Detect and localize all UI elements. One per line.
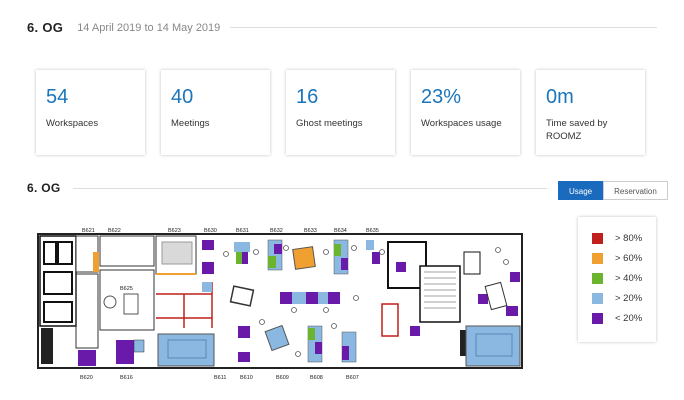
- room-label-b609: B609: [276, 375, 289, 381]
- desk-marker: [315, 342, 322, 354]
- room-b620-usage[interactable]: [78, 350, 96, 366]
- room-label-b621: B621: [82, 228, 95, 234]
- occupancy-marker: [202, 282, 212, 292]
- desk-marker: [308, 328, 315, 340]
- legend-item: > 80%: [592, 228, 656, 248]
- room-b610-usage[interactable]: [238, 326, 250, 338]
- stat-card-workspaces: 54 Workspaces: [36, 70, 145, 155]
- desk-row-central[interactable]: [280, 292, 340, 304]
- room-label-b632: B632: [270, 228, 283, 234]
- desk-marker: [396, 262, 406, 272]
- stair-core: [419, 265, 461, 323]
- room-b630-usage[interactable]: [202, 240, 214, 250]
- room-label-b608: B608: [310, 375, 323, 381]
- room-label-b622: B622: [108, 228, 121, 234]
- occupancy-marker: [202, 262, 214, 274]
- floor-section-header: 6. OG: [27, 181, 547, 195]
- desk-marker: [510, 272, 520, 282]
- usage-legend: > 80% > 60% > 40% > 20% < 20%: [578, 217, 656, 342]
- wall-block: [463, 251, 481, 275]
- desk-cluster-b635[interactable]: [366, 240, 374, 250]
- stat-label: Ghost meetings: [296, 118, 363, 129]
- desk-marker: [341, 258, 348, 270]
- stat-card-workspaces-usage: 23% Workspaces usage: [411, 70, 520, 155]
- page-header: 6. OG 14 April 2019 to 14 May 2019: [27, 20, 657, 35]
- room-label-b623: B623: [168, 228, 181, 234]
- room-b616-usage[interactable]: [116, 340, 134, 364]
- meeting-table: [161, 241, 193, 265]
- stats-cards: 54 Workspaces 40 Meetings 16 Ghost meeti…: [36, 70, 645, 155]
- legend-swatch: [592, 292, 603, 304]
- room-label-b616: B616: [120, 375, 133, 381]
- occupancy-marker: [93, 252, 99, 272]
- view-toggle: Usage Reservation: [558, 181, 668, 200]
- stat-label: Meetings: [171, 118, 210, 129]
- desk-marker: [238, 352, 250, 362]
- header-divider: [230, 27, 657, 28]
- wall-block: [41, 328, 53, 364]
- room-label-b634: B634: [334, 228, 347, 234]
- room-label-b610: B610: [240, 375, 253, 381]
- floor-plan: B621 B622 B623 B630 B631 B632 B633 B634 …: [36, 222, 526, 384]
- room-label-b607: B607: [346, 375, 359, 381]
- desk-cluster-b631[interactable]: [234, 242, 250, 252]
- stat-label: Workspaces usage: [421, 118, 502, 129]
- legend-swatch: [592, 232, 603, 244]
- legend-label: > 80%: [615, 232, 643, 244]
- reservation-tab[interactable]: Reservation: [603, 181, 668, 200]
- usage-tab[interactable]: Usage: [558, 181, 604, 200]
- room-b625-area: [99, 269, 155, 331]
- legend-label: > 40%: [615, 272, 643, 284]
- stat-card-ghost-meetings: 16 Ghost meetings: [286, 70, 395, 155]
- floor-divider: [72, 187, 547, 189]
- desk-marker: [274, 244, 282, 254]
- desk-marker: [318, 292, 328, 304]
- floor-plan-svg: B621 B622 B623 B630 B631 B632 B633 B634 …: [37, 228, 523, 381]
- desk-marker: [268, 256, 276, 268]
- stat-value: 54: [46, 86, 69, 108]
- page-title: 6. OG: [27, 20, 64, 35]
- legend-swatch: [592, 252, 603, 264]
- legend-item: < 20%: [592, 308, 656, 328]
- room-label-b630: B630: [204, 228, 217, 234]
- stat-label: Time saved by ROOMZ: [546, 118, 608, 142]
- stat-card-meetings: 40 Meetings: [161, 70, 270, 155]
- legend-swatch: [592, 312, 603, 324]
- room-label-b631: B631: [236, 228, 249, 234]
- desk-marker: [372, 252, 380, 264]
- legend-label: > 60%: [615, 252, 643, 264]
- stat-value: 16: [296, 86, 319, 108]
- desk-marker: [242, 252, 248, 264]
- room-label-b611: B611: [214, 375, 226, 381]
- occupancy-marker: [133, 339, 145, 353]
- date-range: 14 April 2019 to 14 May 2019: [77, 21, 221, 34]
- legend-item: > 20%: [592, 288, 656, 308]
- floor-title: 6. OG: [27, 181, 61, 195]
- room-label-b635: B635: [366, 228, 379, 234]
- room-b622[interactable]: [99, 235, 155, 267]
- legend-label: < 20%: [615, 312, 643, 324]
- desk-marker: [236, 252, 242, 264]
- room-b633-usage[interactable]: [292, 246, 316, 270]
- stat-value: 40: [171, 86, 194, 108]
- stat-card-time-saved: 0m Time saved by ROOMZ: [536, 70, 645, 155]
- stat-value: 0m: [546, 86, 574, 108]
- legend-label: > 20%: [615, 292, 643, 304]
- stat-value: 23%: [421, 86, 462, 108]
- legend-swatch: [592, 272, 603, 284]
- desk-marker: [342, 346, 349, 360]
- room-labels-bottom: B620 B616 B611 B610 B609 B608 B607: [80, 375, 359, 381]
- desk-marker: [334, 244, 341, 256]
- desk-marker: [292, 292, 306, 304]
- desk-marker: [506, 306, 518, 316]
- room-label-b633: B633: [304, 228, 317, 234]
- desk-marker: [478, 294, 488, 304]
- legend-item: > 40%: [592, 268, 656, 288]
- stat-label: Workspaces: [46, 118, 99, 129]
- desk-marker: [410, 326, 420, 336]
- legend-item: > 60%: [592, 248, 656, 268]
- room-label-b625: B625: [120, 286, 133, 292]
- room-label-b620: B620: [80, 375, 93, 381]
